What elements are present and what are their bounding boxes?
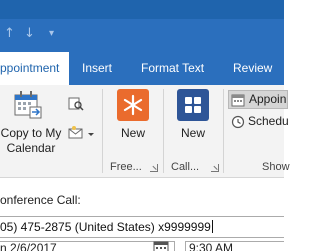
scheduling-icon bbox=[231, 115, 245, 129]
new-meeting-icon bbox=[123, 94, 143, 116]
tab-format-text[interactable]: Format Text bbox=[141, 52, 204, 85]
view-item-label: Schedu bbox=[248, 114, 289, 128]
new-free-button[interactable] bbox=[117, 89, 149, 121]
start-time-field[interactable]: 9:30 AM bbox=[185, 241, 284, 251]
button-label-line1: Copy to My bbox=[0, 126, 62, 140]
subject-field[interactable]: onference Call: bbox=[0, 193, 81, 207]
free-group-launcher-icon[interactable] bbox=[150, 164, 158, 172]
free-group-label: Free... bbox=[110, 161, 142, 173]
tab-label: Review bbox=[233, 61, 273, 75]
copy-to-calendar-label-line2: Calendar bbox=[6, 141, 56, 155]
copy-to-calendar-button[interactable]: Copy to My bbox=[0, 126, 62, 140]
text-caret bbox=[211, 220, 213, 233]
group-separator bbox=[223, 89, 224, 173]
calendar-copy-icon bbox=[14, 91, 42, 119]
tab-insert[interactable]: Insert bbox=[82, 52, 112, 85]
group-separator bbox=[102, 89, 103, 173]
arrow-up-icon[interactable]: ↑ bbox=[4, 26, 15, 42]
appointment-icon bbox=[231, 94, 245, 107]
view-item-label: Appoin bbox=[249, 92, 287, 106]
tab-appointment[interactable]: ppointment bbox=[0, 52, 69, 85]
location-field[interactable]: 05) 475-2875 (United States) x9999999 bbox=[0, 216, 284, 238]
new-call-label: New bbox=[180, 126, 205, 140]
call-group-launcher-icon[interactable] bbox=[211, 164, 219, 172]
start-date-value: n 2/6/2017 bbox=[0, 241, 57, 251]
tab-review[interactable]: Review bbox=[233, 52, 272, 85]
scheduling-view-button[interactable]: Schedu bbox=[228, 112, 289, 131]
lookup-icon[interactable] bbox=[68, 96, 84, 112]
new-free-label: New bbox=[120, 126, 145, 140]
tab-label: Format Text bbox=[141, 61, 205, 75]
tab-label: Insert bbox=[82, 61, 113, 75]
customize-qat-icon[interactable]: ▾ bbox=[49, 26, 54, 42]
start-time-value: 9:30 AM bbox=[189, 241, 234, 251]
show-group-label: Show bbox=[262, 161, 290, 173]
location-value: 05) 475-2875 (United States) x9999999 bbox=[0, 220, 211, 234]
appointment-view-button[interactable]: Appoin bbox=[228, 90, 288, 109]
arrow-down-icon[interactable]: ↓ bbox=[24, 26, 35, 42]
title-bar bbox=[0, 0, 284, 19]
quick-access-toolbar bbox=[0, 19, 284, 52]
new-call-icon bbox=[185, 97, 201, 113]
date-picker-icon[interactable] bbox=[153, 241, 169, 251]
start-date-field[interactable]: n 2/6/2017 bbox=[0, 241, 175, 251]
tab-label: ppointment bbox=[0, 61, 60, 75]
call-group-label: Call... bbox=[171, 161, 200, 173]
new-call-button[interactable] bbox=[177, 89, 209, 121]
forward-icon[interactable] bbox=[68, 125, 94, 141]
group-separator bbox=[163, 89, 164, 173]
